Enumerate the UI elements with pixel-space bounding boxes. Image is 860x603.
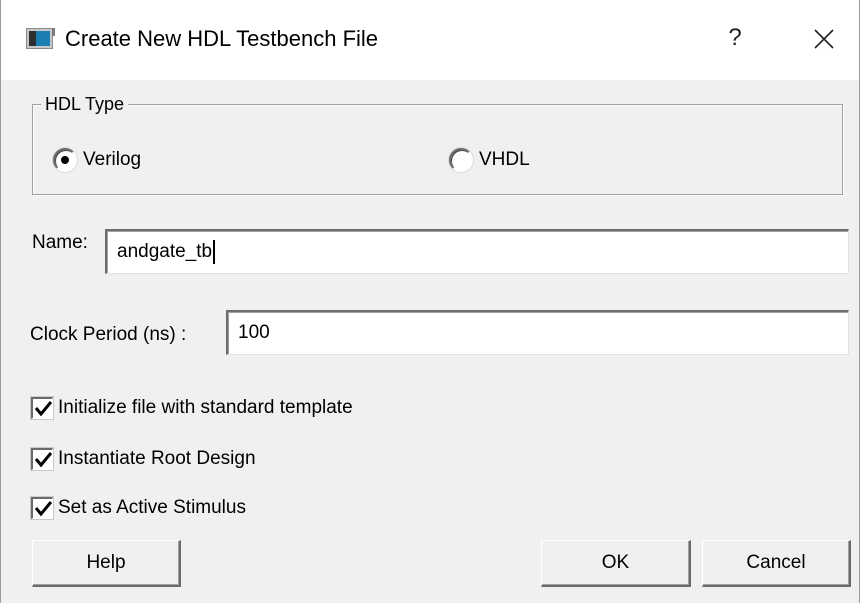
radio-button-verilog[interactable]: [53, 148, 77, 172]
name-input-value: andgate_tb: [117, 241, 213, 262]
checkmark-icon: [34, 452, 52, 468]
name-label: Name:: [32, 232, 88, 253]
radio-label-vhdl: VHDL: [479, 149, 530, 170]
radio-label-verilog: Verilog: [83, 149, 142, 170]
checkbox-label-instantiate: Instantiate Root Design: [58, 448, 256, 469]
help-button[interactable]: Help: [32, 540, 181, 587]
help-question-button[interactable]: ?: [720, 21, 750, 55]
clock-period-value: 100: [238, 322, 270, 343]
option-initialize-template[interactable]: Initialize file with standard template: [31, 397, 353, 419]
radio-verilog[interactable]: Verilog: [53, 148, 141, 172]
checkbox-active-stimulus[interactable]: [31, 497, 53, 519]
option-active-stimulus[interactable]: Set as Active Stimulus: [31, 497, 246, 519]
dialog-window: Create New HDL Testbench File ? HDL Type…: [0, 0, 860, 603]
radio-vhdl[interactable]: VHDL: [449, 148, 530, 172]
option-instantiate-root[interactable]: Instantiate Root Design: [31, 448, 256, 470]
checkbox-label-stimulus: Set as Active Stimulus: [58, 497, 246, 518]
close-icon[interactable]: [809, 24, 839, 54]
checkbox-instantiate-root[interactable]: [31, 448, 53, 470]
text-caret: [213, 240, 216, 264]
window-icon: [26, 28, 55, 49]
clock-period-label: Clock Period (ns) :: [30, 324, 187, 345]
name-input[interactable]: andgate_tb: [105, 229, 849, 274]
checkmark-icon: [34, 501, 52, 517]
title-bar[interactable]: Create New HDL Testbench File ?: [1, 0, 859, 80]
hdl-type-group: [32, 104, 843, 195]
checkmark-icon: [34, 401, 52, 417]
clock-period-input[interactable]: 100: [226, 310, 849, 355]
cancel-button[interactable]: Cancel: [702, 540, 851, 587]
window-title: Create New HDL Testbench File: [65, 26, 379, 51]
ok-button[interactable]: OK: [541, 540, 691, 587]
radio-button-vhdl[interactable]: [449, 148, 473, 172]
hdl-type-legend: HDL Type: [41, 94, 129, 115]
checkbox-initialize-template[interactable]: [31, 397, 53, 419]
checkbox-label-initialize: Initialize file with standard template: [58, 397, 353, 418]
